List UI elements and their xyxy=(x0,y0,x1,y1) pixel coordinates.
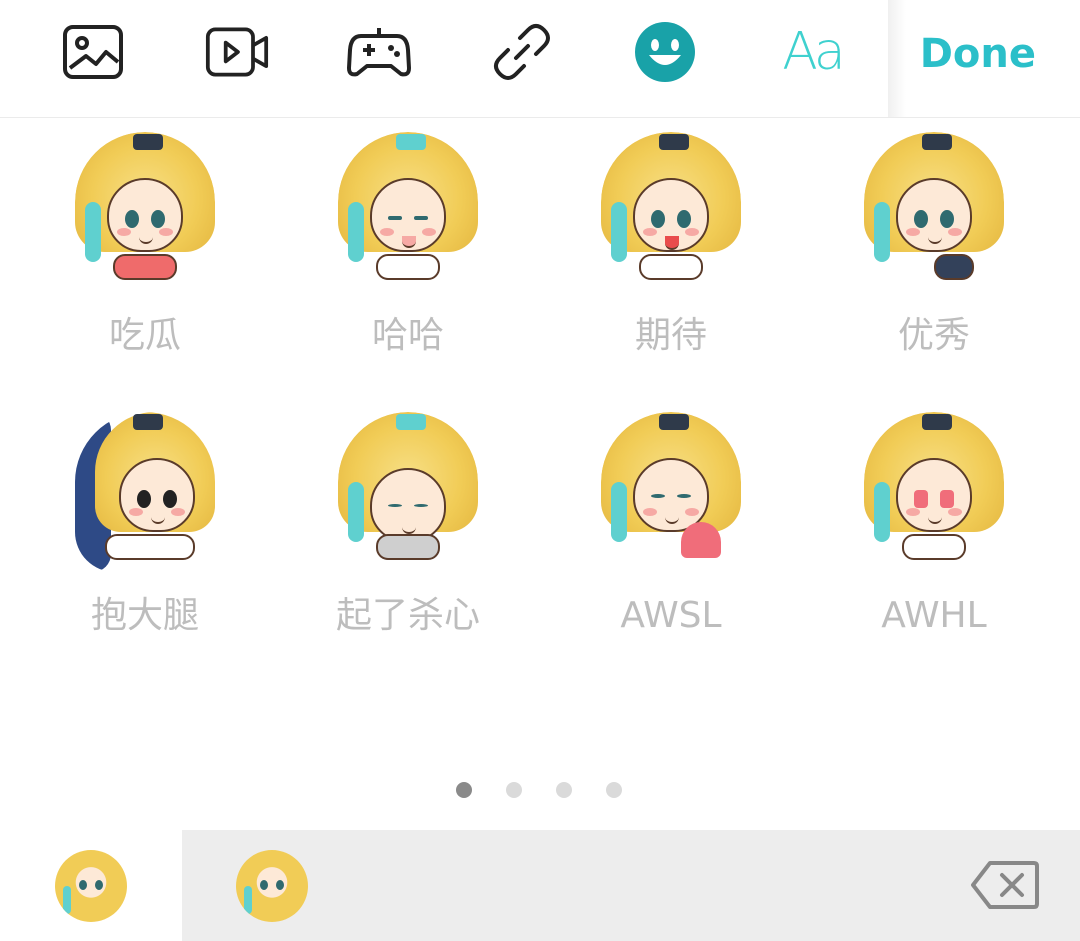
backspace-icon[interactable] xyxy=(970,860,1040,910)
sticker-label: 吃瓜 xyxy=(108,315,181,356)
sticker-label: 优秀 xyxy=(897,315,970,356)
sticker-image xyxy=(601,412,741,572)
link-icon[interactable] xyxy=(490,20,554,84)
sticker-label: 期待 xyxy=(634,315,707,356)
sticker-label: 抱大腿 xyxy=(90,595,199,636)
sticker-label: AWHL xyxy=(881,595,987,636)
video-icon[interactable] xyxy=(205,20,269,84)
sticker-item[interactable]: 抱大腿 xyxy=(45,398,245,668)
done-area: Done xyxy=(888,0,1080,117)
sticker-label: 哈哈 xyxy=(371,315,444,356)
sticker-item[interactable]: 起了杀心 xyxy=(308,398,508,668)
sticker-item[interactable]: 吃瓜 xyxy=(45,118,245,388)
sticker-pack-bar xyxy=(0,830,1080,941)
image-icon[interactable] xyxy=(61,20,125,84)
sticker-grid: 吃瓜 哈哈 期待 优秀 抱大腿 起了杀心 AWSL AWHL xyxy=(0,118,1080,698)
sticker-item[interactable]: 优秀 xyxy=(834,118,1034,388)
sticker-item[interactable]: AWSL xyxy=(571,398,771,668)
sticker-item[interactable]: 哈哈 xyxy=(308,118,508,388)
sticker-image xyxy=(338,132,478,292)
gamepad-icon[interactable] xyxy=(347,20,411,84)
sticker-label: AWSL xyxy=(620,595,722,636)
page-indicator xyxy=(456,782,636,798)
sticker-image xyxy=(338,412,478,572)
toolbar: Aa Done xyxy=(0,0,1080,118)
selected-pack-tab[interactable] xyxy=(0,830,182,941)
sticker-item[interactable]: AWHL xyxy=(834,398,1034,668)
page-dot[interactable] xyxy=(506,782,522,798)
sticker-image xyxy=(864,132,1004,292)
page-dot[interactable] xyxy=(606,782,622,798)
emoji-icon[interactable] xyxy=(633,20,697,84)
sticker-image xyxy=(864,412,1004,572)
page-dot[interactable] xyxy=(456,782,472,798)
sticker-image xyxy=(75,132,215,292)
sticker-pack-2[interactable] xyxy=(236,850,308,922)
sticker-pack-1 xyxy=(55,850,127,922)
sticker-image xyxy=(601,132,741,292)
page-dot[interactable] xyxy=(556,782,572,798)
sticker-image xyxy=(75,412,215,572)
text-style-icon[interactable]: Aa xyxy=(776,20,848,84)
done-button[interactable]: Done xyxy=(920,28,1036,80)
text-style-label: Aa xyxy=(782,22,845,82)
sticker-item[interactable]: 期待 xyxy=(571,118,771,388)
sticker-label: 起了杀心 xyxy=(335,595,480,636)
